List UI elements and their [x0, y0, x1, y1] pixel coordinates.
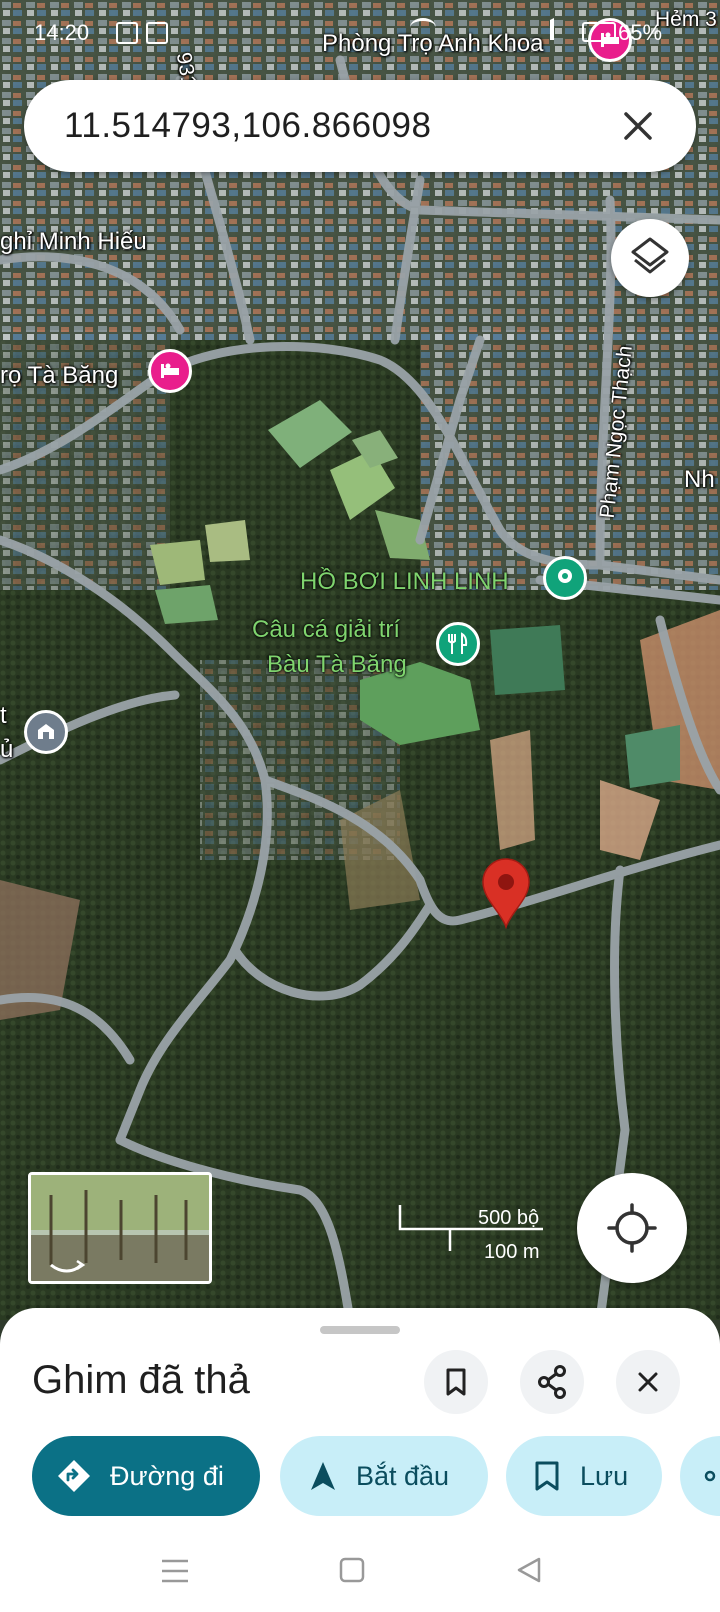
close-icon[interactable] [618, 106, 658, 146]
layers-button[interactable] [611, 219, 689, 297]
share-chip-button[interactable] [680, 1436, 720, 1516]
home-icon[interactable] [338, 1556, 366, 1584]
satellite-map[interactable]: Phòng Trọ Anh Khoa Hẻm 3 931 ghỉ Minh Hi… [0, 0, 720, 1320]
label-cau-ca-line2[interactable]: Bàu Tà Băng [267, 650, 407, 680]
close-icon [638, 1372, 658, 1392]
restaurant-poi-icon[interactable] [436, 622, 480, 666]
temple-poi-icon[interactable] [24, 710, 68, 754]
street-view-thumbnail[interactable] [28, 1172, 212, 1284]
bookmark-icon [535, 1461, 559, 1491]
layers-icon [631, 237, 669, 274]
wifi-icon [410, 18, 436, 37]
bookmark-icon [446, 1368, 466, 1396]
share-icon [704, 1470, 716, 1482]
label-nh: Nh [684, 466, 715, 493]
share-icon [538, 1365, 566, 1399]
search-coordinates[interactable]: 11.514793,106.866098 [64, 106, 432, 146]
facebook-notification-icon [146, 22, 168, 44]
label-left-t: t [0, 702, 7, 729]
my-location-button[interactable] [577, 1173, 687, 1283]
drag-handle[interactable] [320, 1326, 400, 1334]
system-navigation-bar [0, 1530, 720, 1612]
label-nghi-minh-hieu[interactable]: ghỉ Minh Hiếu [0, 228, 147, 256]
status-bar: 14:20 65% [0, 0, 720, 60]
place-poi-icon[interactable] [543, 556, 587, 600]
directions-label: Đường đi [110, 1460, 224, 1491]
sheet-title: Ghim đã thả [32, 1358, 250, 1402]
navigation-arrow-icon [311, 1462, 335, 1490]
label-left-u: ủ [0, 736, 14, 763]
dropped-pin-icon[interactable] [479, 857, 533, 929]
start-button[interactable]: Bắt đầu [280, 1436, 488, 1516]
save-label: Lưu [580, 1460, 629, 1491]
share-button[interactable] [520, 1350, 584, 1414]
search-bar[interactable]: 11.514793,106.866098 [24, 80, 696, 172]
status-time: 14:20 [34, 20, 90, 45]
save-icon-button[interactable] [424, 1350, 488, 1414]
back-icon[interactable] [515, 1556, 543, 1584]
hotel-poi-icon[interactable] [148, 349, 192, 393]
label-ho-boi-linh-linh[interactable]: HỒ BƠI LINH LINH [300, 567, 509, 597]
street-view-image [31, 1175, 209, 1281]
scale-bar: 500 bộ 100 m [398, 1195, 558, 1265]
battery-percent: 65% [618, 20, 663, 45]
directions-icon [58, 1460, 90, 1492]
battery-icon [582, 22, 616, 42]
save-button[interactable]: Lưu [506, 1436, 662, 1516]
label-cau-ca-line1[interactable]: Câu cá giải trí [252, 615, 400, 645]
directions-button[interactable]: Đường đi [32, 1436, 260, 1516]
close-sheet-button[interactable] [616, 1350, 680, 1414]
start-label: Bắt đầu [356, 1460, 450, 1491]
scale-ruler [398, 1205, 543, 1251]
menu-icon[interactable] [160, 1558, 190, 1584]
signal-icon [520, 18, 554, 40]
facebook-notification-icon [116, 22, 138, 44]
label-tro-ta-bang[interactable]: rọ Tà Băng [0, 362, 118, 390]
crosshair-icon [607, 1203, 657, 1253]
